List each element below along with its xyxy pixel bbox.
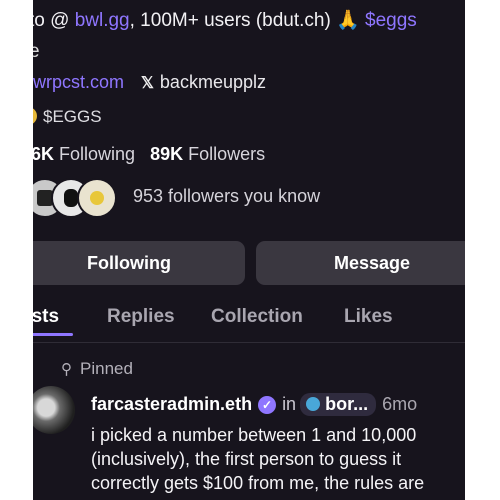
following-button[interactable]: Following <box>33 241 245 285</box>
follow-stats: 6K Following 89K Followers <box>33 144 265 165</box>
website-link[interactable]: wrpcst.com <box>33 72 124 92</box>
bio-link[interactable]: bwl.gg <box>75 10 130 31</box>
following-count: 6K <box>33 144 55 164</box>
tab-collection[interactable]: Collection <box>211 306 303 328</box>
channel-chip[interactable]: bor... <box>300 393 377 416</box>
bio-text: to @ <box>33 10 75 31</box>
post-text-line: (inclusively), the first person to guess… <box>91 449 402 469</box>
pinned-text: Pinned <box>80 359 133 378</box>
bio-line-1: to @ bwl.gg, 100M+ users (bdut.ch) 🙏 $eg… <box>33 8 417 32</box>
tab-casts[interactable]: asts <box>33 306 59 328</box>
post-text-line: i picked a number between 1 and 10,000 <box>91 425 417 445</box>
post-header: farcasteradmin.eth ✓ in bor... 6mo <box>91 393 417 416</box>
post-author-avatar[interactable] <box>33 386 75 434</box>
x-handle-link[interactable]: backmeupplz <box>160 72 266 92</box>
pinned-label: ⚲ Pinned <box>61 359 133 379</box>
followers-count: 89K <box>150 144 184 164</box>
active-tab-indicator <box>33 333 73 336</box>
profile-links: wrpcst.com 𝕏backmeupplz <box>33 72 266 93</box>
coin-icon <box>33 107 37 125</box>
token-label: $EGGS <box>43 107 102 126</box>
tab-replies[interactable]: Replies <box>107 306 175 328</box>
avatar <box>77 178 117 218</box>
profile-screen: to @ bwl.gg, 100M+ users (bdut.ch) 🙏 $eg… <box>33 0 465 500</box>
bio-text: , 100M+ users (bdut.ch) 🙏 <box>129 10 366 31</box>
tab-likes[interactable]: Likes <box>344 306 393 328</box>
right-margin <box>465 0 500 500</box>
following-stat[interactable]: 6K Following <box>33 144 135 164</box>
token-row[interactable]: $EGGS <box>33 107 102 127</box>
message-button[interactable]: Message <box>256 241 465 285</box>
post-text-line: correctly gets $100 from me, the rules a… <box>91 473 425 493</box>
channel-icon <box>306 397 321 411</box>
post-time: 6mo <box>382 394 418 414</box>
x-logo-icon: 𝕏 <box>141 75 154 92</box>
divider <box>33 342 465 343</box>
following-label: Following <box>59 144 136 164</box>
followers-you-know[interactable]: 953 followers you know <box>133 186 320 207</box>
followers-label: Followers <box>188 144 266 164</box>
profile-tabs: asts Replies Collection Likes <box>33 302 465 338</box>
channel-name: bor... <box>325 394 369 414</box>
left-margin <box>0 0 33 500</box>
bio-line-2: e <box>33 41 40 62</box>
bio-tag[interactable]: $eggs <box>365 10 417 31</box>
verified-badge-icon: ✓ <box>258 396 277 414</box>
in-label: in <box>282 394 297 414</box>
pin-icon: ⚲ <box>61 361 72 378</box>
post-author-name[interactable]: farcasteradmin.eth <box>91 394 252 414</box>
followers-stat[interactable]: 89K Followers <box>150 144 265 164</box>
